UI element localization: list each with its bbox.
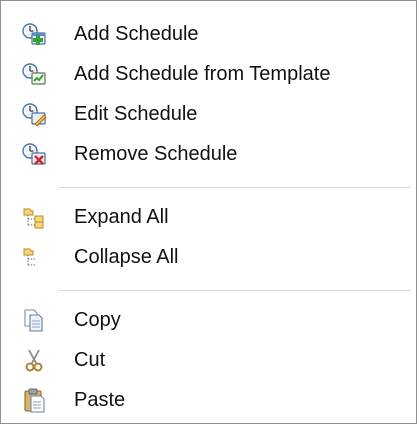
context-menu: Add Schedule Add Schedule from Template bbox=[0, 0, 417, 424]
menu-item-expand-all[interactable]: Expand All bbox=[1, 197, 416, 237]
add-schedule-icon bbox=[20, 20, 48, 48]
menu-item-add-schedule-from-template[interactable]: Add Schedule from Template bbox=[1, 54, 416, 94]
menu-item-cut[interactable]: Cut bbox=[1, 340, 416, 380]
menu-item-label: Collapse All bbox=[74, 246, 179, 268]
menu-item-label: Cut bbox=[74, 349, 106, 371]
menu-item-label: Add Schedule bbox=[74, 23, 199, 45]
menu-separator bbox=[59, 290, 411, 292]
menu-item-collapse-all[interactable]: Collapse All bbox=[1, 237, 416, 277]
menu-item-remove-schedule[interactable]: Remove Schedule bbox=[1, 134, 416, 174]
copy-icon bbox=[20, 306, 48, 334]
menu-item-label: Copy bbox=[74, 309, 121, 331]
add-schedule-template-icon bbox=[20, 60, 48, 88]
edit-schedule-icon bbox=[20, 100, 48, 128]
menu-item-label: Edit Schedule bbox=[74, 103, 198, 125]
expand-all-icon bbox=[20, 203, 48, 231]
collapse-all-icon bbox=[20, 243, 48, 271]
menu-item-add-schedule[interactable]: Add Schedule bbox=[1, 14, 416, 54]
menu-item-label: Remove Schedule bbox=[74, 143, 238, 165]
menu-separator bbox=[59, 187, 411, 189]
paste-icon bbox=[20, 386, 48, 414]
menu-item-label: Expand All bbox=[74, 206, 169, 228]
menu-item-paste[interactable]: Paste bbox=[1, 380, 416, 420]
menu-item-edit-schedule[interactable]: Edit Schedule bbox=[1, 94, 416, 134]
menu-item-label: Paste bbox=[74, 389, 126, 411]
cut-icon bbox=[20, 346, 48, 374]
remove-schedule-icon bbox=[20, 140, 48, 168]
menu-item-copy[interactable]: Copy bbox=[1, 300, 416, 340]
menu-item-label: Add Schedule from Template bbox=[74, 63, 331, 85]
